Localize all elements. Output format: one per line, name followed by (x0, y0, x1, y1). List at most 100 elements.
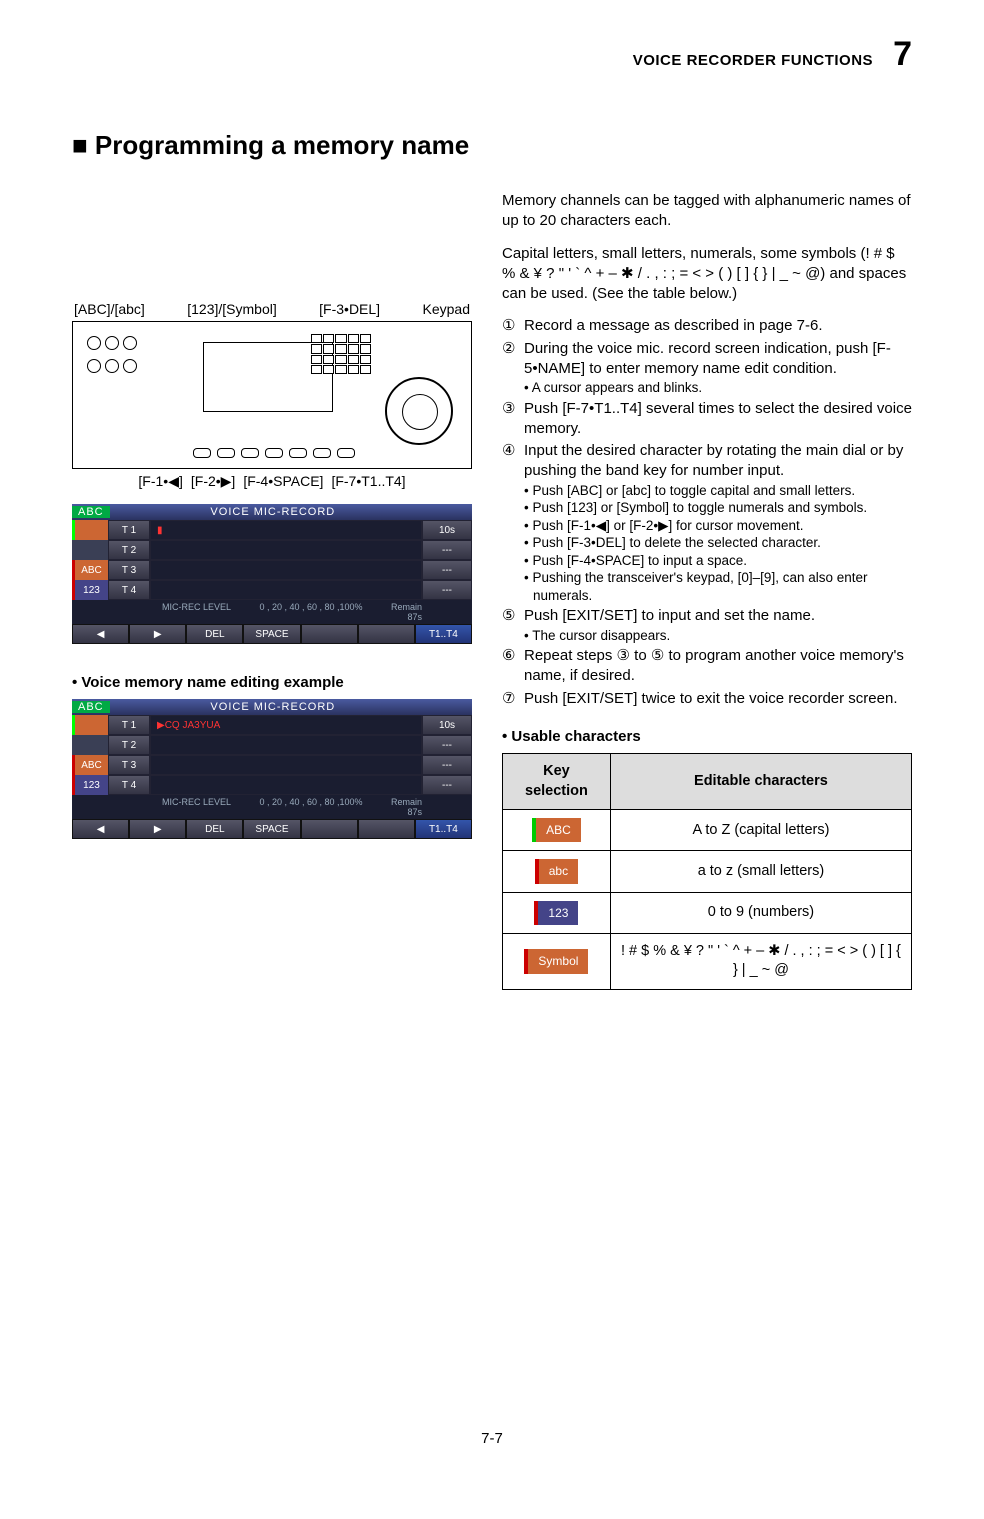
lcd-memory-label: T 3 (108, 560, 150, 580)
lcd-fkey (358, 624, 415, 644)
step-text: Record a message as described in page 7-… (524, 316, 912, 336)
lcd-fkey (358, 819, 415, 839)
callout-f1: [F-1•◀] (138, 473, 182, 490)
lcd-memory-label: T 2 (108, 540, 150, 560)
lcd-screenshot-1: ABC VOICE MIC-RECORD T 1▮10sT 2---ABCT 3… (72, 504, 472, 644)
page-header: VOICE RECORDER FUNCTIONS 7 (72, 35, 912, 74)
lcd-memory-content (150, 755, 422, 775)
lcd-memory-duration: --- (422, 540, 472, 560)
step-number: ⑦ (502, 689, 524, 709)
step-sub-bullet: • Push [F-1•◀] or [F-2•▶] for cursor mov… (524, 517, 912, 535)
lcd2-remain-value: 87s (407, 807, 422, 817)
lcd-side-tab (72, 520, 108, 540)
header-section: VOICE RECORDER FUNCTIONS (633, 52, 873, 69)
step-sub-bullet: • Push [F-3•DEL] to delete the selected … (524, 534, 912, 552)
lcd-memory-content (150, 735, 422, 755)
lcd-fkey (301, 819, 358, 839)
table-cell-key: ABC (503, 810, 611, 851)
lcd-memory-duration: --- (422, 755, 472, 775)
lcd-screenshot-2: ABC VOICE MIC-RECORD T 1▶CQ JA3YUA10s T 2… (72, 699, 472, 839)
lcd-side-tab: ABC (72, 755, 108, 775)
lcd-memory-label: T 1 (108, 715, 150, 735)
lcd-remain-value: 87s (407, 612, 422, 622)
lcd-fkey: DEL (186, 624, 243, 644)
key-selection-button: Symbol (524, 949, 588, 973)
lcd-memory-content (150, 775, 422, 795)
lcd-fkey: ▶ (129, 819, 186, 839)
transceiver-diagram (72, 321, 472, 469)
lcd-fkey: T1..T4 (415, 624, 472, 644)
callout-abc: [ABC]/[abc] (74, 301, 145, 317)
lcd-side-tab (72, 715, 108, 735)
table-cell-chars: A to Z (capital letters) (610, 810, 911, 851)
lcd-fkey: ◀ (72, 819, 129, 839)
step-text: During the voice mic. record screen indi… (524, 339, 912, 380)
table-cell-chars: 0 to 9 (numbers) (610, 892, 911, 933)
lcd-side-tab: 123 (72, 580, 108, 600)
lcd-memory-label: T 4 (108, 775, 150, 795)
lcd-fkey: T1..T4 (415, 819, 472, 839)
lcd2-mode-indicator: ABC (72, 701, 110, 713)
callout-del: [F-3•DEL] (319, 301, 380, 317)
header-chapter: 7 (893, 35, 912, 74)
usable-chars-heading: • Usable characters (502, 727, 912, 747)
lcd-side-tab (72, 540, 108, 560)
lcd2-meter-ticks: 0 , 20 , 40 , 60 , 80 ,100% (259, 797, 362, 817)
step-sub-bullet: • Pushing the transceiver's keypad, [0]–… (524, 569, 912, 604)
lcd-side-tab: 123 (72, 775, 108, 795)
step-text: Repeat steps ③ to ⑤ to program another v… (524, 646, 912, 687)
step-sub-bullet: • Push [ABC] or [abc] to toggle capital … (524, 482, 912, 500)
table-cell-key: Symbol (503, 933, 611, 989)
lcd-memory-duration: 10s (422, 520, 472, 540)
lcd2-title: VOICE MIC-RECORD (110, 701, 436, 713)
lcd-fkey: ▶ (129, 624, 186, 644)
diagram-callouts-top: [ABC]/[abc] [123]/[Symbol] [F-3•DEL] Key… (72, 301, 472, 317)
table-cell-chars: ! # $ % & ¥ ? " ' ` ^ + – ✱ / . , : ; = … (610, 933, 911, 989)
lcd-side-tab (72, 735, 108, 755)
lcd-fkey: DEL (186, 819, 243, 839)
callout-f2: [F-2•▶] (191, 473, 235, 490)
step-text: Push [EXIT/SET] twice to exit the voice … (524, 689, 912, 709)
lcd-meter-ticks: 0 , 20 , 40 , 60 , 80 ,100% (259, 602, 362, 622)
lcd-memory-content (150, 560, 422, 580)
lcd-memory-duration: --- (422, 580, 472, 600)
step-number: ⑤ (502, 606, 524, 626)
diagram-callouts-bottom: [F-1•◀] [F-2•▶] [F-4•SPACE] [F-7•T1..T4] (72, 473, 472, 490)
callout-keypad: Keypad (423, 301, 470, 317)
lcd-title: VOICE MIC-RECORD (110, 506, 436, 518)
step-number: ③ (502, 399, 524, 440)
step-text: Push [EXIT/SET] to input and set the nam… (524, 606, 912, 626)
lcd-memory-duration: 10s (422, 715, 472, 735)
lcd-fkey: SPACE (243, 819, 300, 839)
key-selection-button: 123 (534, 901, 578, 925)
step-text: Input the desired character by rotating … (524, 441, 912, 482)
step-text: Push [F-7•T1..T4] several times to selec… (524, 399, 912, 440)
lcd-mode-indicator: ABC (72, 506, 110, 518)
section-heading: ■ Programming a memory name (72, 130, 912, 161)
table-cell-key: 123 (503, 892, 611, 933)
page-number: 7-7 (72, 1430, 912, 1447)
lcd-memory-duration: --- (422, 775, 472, 795)
callout-f4: [F-4•SPACE] (243, 473, 323, 490)
step-sub-bullet: • Push [123] or [Symbol] to toggle numer… (524, 499, 912, 517)
step-sub-bullet: • Push [F-4•SPACE] to input a space. (524, 552, 912, 570)
lcd-meter-label: MIC-REC LEVEL (162, 602, 231, 622)
key-selection-button: ABC (532, 818, 581, 842)
callout-123: [123]/[Symbol] (187, 301, 277, 317)
lcd-fkey: ◀ (72, 624, 129, 644)
usable-characters-table: Key selection Editable characters ABCA t… (502, 753, 912, 990)
lcd-memory-label: T 3 (108, 755, 150, 775)
lcd-memory-duration: --- (422, 560, 472, 580)
lcd2-remain-label: Remain (391, 797, 422, 807)
step-number: ① (502, 316, 524, 336)
step-number: ④ (502, 441, 524, 482)
lcd-memory-label: T 2 (108, 735, 150, 755)
step-sub-bullet: • The cursor disappears. (524, 627, 912, 645)
key-selection-button: abc (535, 859, 578, 883)
lcd-side-tab: ABC (72, 560, 108, 580)
lcd-memory-content: ▶CQ JA3YUA (150, 715, 422, 735)
table-header-chars: Editable characters (610, 754, 911, 810)
step-number: ② (502, 339, 524, 380)
lcd-fkey (301, 624, 358, 644)
step-number: ⑥ (502, 646, 524, 687)
